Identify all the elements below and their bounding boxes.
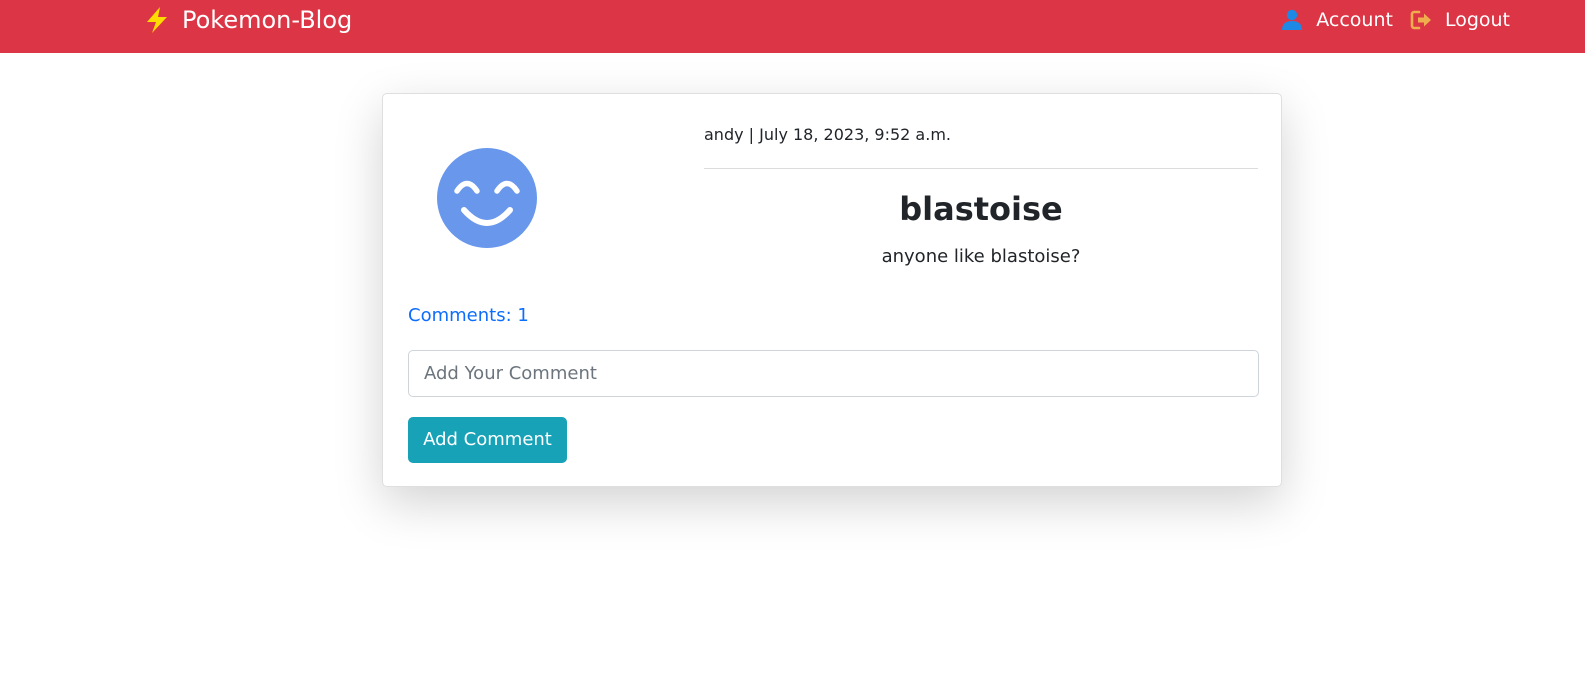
smiling-face-icon (437, 148, 537, 248)
account-link[interactable]: Account (1281, 6, 1393, 34)
post-body: anyone like blastoise? (881, 246, 1081, 267)
brand-link[interactable]: Pokemon-Blog (144, 4, 352, 36)
lightning-bolt-icon (147, 7, 167, 33)
post-card: andy | July 18, 2023, 9:52 a.m. blastois… (382, 93, 1282, 487)
logout-label: Logout (1444, 9, 1510, 31)
brand-label: Pokemon-Blog (182, 6, 353, 34)
post-title: blastoise (899, 190, 1063, 228)
logout-link[interactable]: Logout (1410, 6, 1510, 34)
post-meta: andy | July 18, 2023, 9:52 a.m. (704, 125, 951, 144)
comment-input[interactable] (408, 350, 1259, 397)
sign-out-icon (1410, 10, 1431, 30)
account-label: Account (1316, 9, 1393, 31)
user-icon (1282, 9, 1303, 30)
add-comment-button[interactable]: Add Comment (408, 417, 567, 463)
nav-right: Account Logout (1281, 6, 1510, 34)
top-navbar: Pokemon-Blog Account Logout (0, 0, 1585, 53)
divider (704, 168, 1258, 169)
comments-count-link[interactable]: Comments: 1 (408, 303, 529, 329)
